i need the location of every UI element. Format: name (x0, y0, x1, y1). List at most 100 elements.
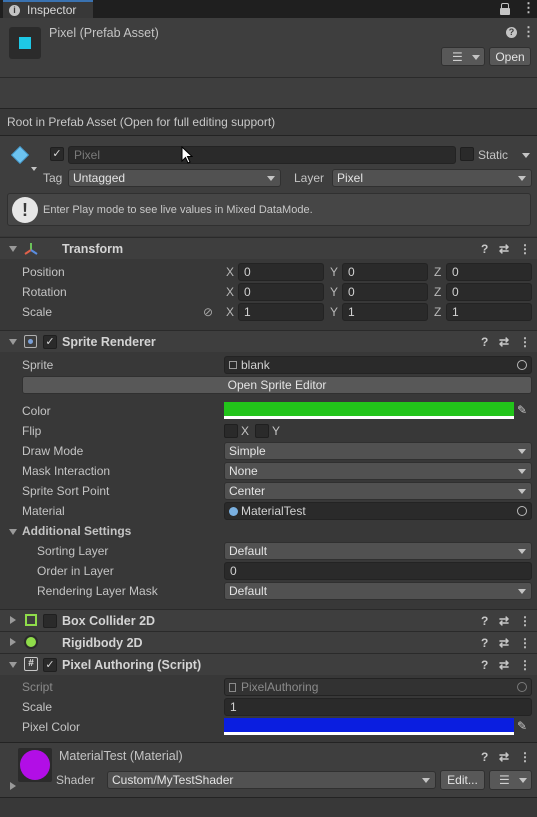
foldout-arrow-icon[interactable] (9, 339, 17, 345)
static-label: Static (478, 148, 509, 162)
kebab-menu-icon[interactable]: ⋮ (522, 1, 535, 15)
x-axis-label[interactable]: X (226, 304, 234, 320)
tab-title: Inspector (27, 3, 77, 17)
foldout-arrow-icon[interactable] (10, 616, 16, 624)
y-axis-label[interactable]: Y (330, 284, 338, 300)
object-picker-icon[interactable] (517, 506, 527, 516)
position-z-field[interactable]: 0 (446, 263, 532, 281)
rotation-z-field[interactable]: 0 (446, 283, 532, 301)
pixel-authoring-header[interactable]: # ✓ Pixel Authoring (Script) ? ⇄ ⋮ (0, 653, 537, 675)
chevron-down-icon[interactable] (522, 153, 530, 158)
draw-mode-dropdown[interactable]: Simple (224, 442, 532, 460)
foldout-arrow-icon[interactable] (9, 246, 17, 252)
box-collider-enabled-checkbox[interactable] (43, 614, 57, 628)
tag-dropdown[interactable]: Untagged (68, 169, 281, 187)
help-icon[interactable]: ? (481, 749, 488, 765)
tab-inspector[interactable]: i Inspector (3, 0, 93, 18)
static-checkbox[interactable] (460, 147, 474, 161)
presets-icon[interactable]: ⇄ (499, 657, 509, 673)
gameobject-header: ✓ Pixel Static Tag Untagged Layer Pixel … (0, 136, 537, 236)
scale-x-field[interactable]: 1 (238, 303, 324, 321)
open-sprite-editor-button[interactable]: Open Sprite Editor (22, 376, 532, 394)
divider (0, 77, 537, 78)
order-in-layer-field[interactable]: 0 (224, 562, 532, 580)
rotation-x-field[interactable]: 0 (238, 283, 324, 301)
foldout-arrow-icon[interactable] (9, 529, 17, 535)
flip-y-checkbox[interactable] (255, 424, 269, 438)
color-swatch[interactable] (224, 402, 514, 419)
flip-x-checkbox[interactable] (224, 424, 238, 438)
z-axis-label[interactable]: Z (434, 284, 441, 300)
edit-shader-button[interactable]: Edit... (440, 770, 485, 790)
presets-icon[interactable]: ⇄ (499, 749, 509, 765)
kebab-menu-icon[interactable]: ⋮ (519, 657, 531, 673)
sprite-value: blank (241, 358, 270, 372)
help-icon[interactable]: ? (481, 241, 488, 257)
sprite-sort-point-dropdown[interactable]: Center (224, 482, 532, 500)
presets-icon[interactable]: ⇄ (499, 635, 509, 651)
shader-dropdown[interactable]: Custom/MyTestShader (107, 771, 436, 789)
pixel-authoring-enabled-checkbox[interactable]: ✓ (43, 658, 57, 672)
link-icon[interactable]: ⊘ (203, 305, 213, 319)
object-picker-icon[interactable] (517, 360, 527, 370)
sprite-object-field[interactable]: blank (224, 356, 532, 374)
presets-icon[interactable]: ⇄ (499, 334, 509, 350)
divider (0, 797, 537, 798)
additional-settings-label[interactable]: Additional Settings (22, 523, 131, 539)
help-icon[interactable]: ? (481, 334, 488, 350)
help-icon[interactable]: ? (481, 657, 488, 673)
scale-y-field[interactable]: 1 (342, 303, 428, 321)
help-icon[interactable]: ? (481, 635, 488, 651)
y-axis-label[interactable]: Y (330, 304, 338, 320)
material-object-field[interactable]: MaterialTest (224, 502, 532, 520)
sprite-renderer-header[interactable]: ✓ Sprite Renderer ? ⇄ ⋮ (0, 330, 537, 352)
rendering-layer-mask-dropdown[interactable]: Default (224, 582, 532, 600)
transform-header[interactable]: Transform ? ⇄ ⋮ (0, 237, 537, 259)
y-axis-label[interactable]: Y (330, 264, 338, 280)
kebab-menu-icon[interactable]: ⋮ (522, 24, 535, 40)
z-axis-label[interactable]: Z (434, 304, 441, 320)
kebab-menu-icon[interactable]: ⋮ (519, 749, 531, 765)
kebab-menu-icon[interactable]: ⋮ (519, 635, 531, 651)
sprite-icon (229, 361, 237, 369)
tag-label: Tag (43, 171, 63, 185)
eyedropper-icon[interactable]: ✎ (517, 402, 527, 418)
chevron-down-icon (267, 176, 275, 181)
gameobject-name-field[interactable]: Pixel (68, 146, 456, 164)
active-checkbox[interactable]: ✓ (50, 147, 64, 161)
help-icon[interactable]: ? (481, 613, 488, 629)
kebab-menu-icon[interactable]: ⋮ (519, 334, 531, 350)
presets-icon[interactable]: ⇄ (499, 613, 509, 629)
help-icon[interactable]: ? (506, 27, 517, 38)
kebab-menu-icon[interactable]: ⋮ (519, 241, 531, 257)
pixel-color-swatch[interactable] (224, 718, 514, 735)
foldout-arrow-icon[interactable] (9, 662, 17, 668)
x-axis-label[interactable]: X (226, 284, 234, 300)
mask-interaction-dropdown[interactable]: None (224, 462, 532, 480)
position-y-field[interactable]: 0 (342, 263, 428, 281)
sprite-renderer-enabled-checkbox[interactable]: ✓ (43, 335, 57, 349)
position-x-field[interactable]: 0 (238, 263, 324, 281)
pixel-scale-field[interactable]: 1 (224, 698, 532, 716)
shader-label: Shader (56, 773, 95, 787)
foldout-arrow-icon[interactable] (10, 638, 16, 646)
eyedropper-icon[interactable]: ✎ (517, 718, 527, 734)
scale-z-field[interactable]: 1 (446, 303, 532, 321)
box-collider-header[interactable]: Box Collider 2D ? ⇄ ⋮ (0, 609, 537, 631)
presets-icon[interactable]: ⇄ (499, 241, 509, 257)
rotation-y-field[interactable]: 0 (342, 283, 428, 301)
x-axis-label[interactable]: X (226, 264, 234, 280)
open-button[interactable]: Open (489, 47, 531, 66)
sorting-layer-dropdown[interactable]: Default (224, 542, 532, 560)
chevron-down-icon[interactable] (31, 167, 37, 171)
material-options-dropdown[interactable]: ☰ (489, 770, 532, 790)
z-axis-label[interactable]: Z (434, 264, 441, 280)
layer-dropdown[interactable]: Pixel (332, 169, 532, 187)
rigidbody-header[interactable]: Rigidbody 2D ? ⇄ ⋮ (0, 631, 537, 653)
flip-label: Flip (22, 424, 42, 438)
kebab-menu-icon[interactable]: ⋮ (519, 613, 531, 629)
layer-label: Layer (294, 171, 325, 185)
foldout-arrow-icon[interactable] (10, 782, 16, 790)
overrides-dropdown[interactable]: ☰ (441, 47, 485, 66)
tag-value: Untagged (73, 171, 126, 185)
